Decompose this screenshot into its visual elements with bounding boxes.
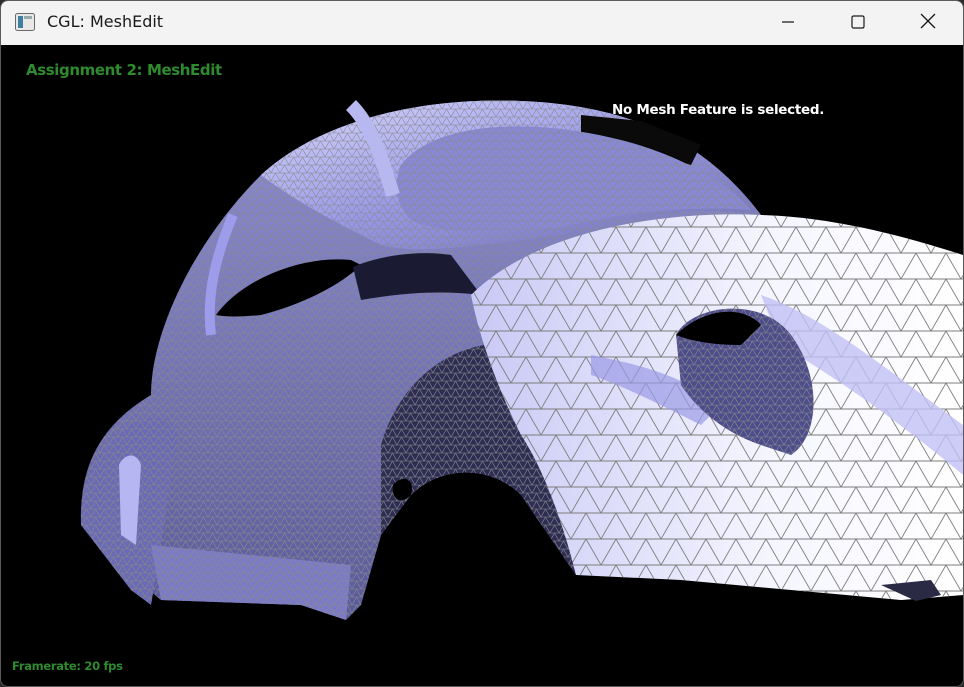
framerate-readout: Framerate: 20 fps	[12, 659, 123, 673]
maximize-icon	[851, 14, 865, 33]
maximize-button[interactable]	[823, 1, 893, 45]
close-button[interactable]	[893, 1, 963, 45]
mesh-render[interactable]	[1, 45, 963, 686]
close-icon	[920, 13, 936, 33]
app-icon	[15, 13, 35, 31]
minimize-icon	[781, 14, 795, 33]
app-window: CGL: MeshEdit Assignment 2: MeshEdit No …	[0, 0, 964, 687]
title-bar[interactable]: CGL: MeshEdit	[1, 1, 963, 45]
render-viewport[interactable]: Assignment 2: MeshEdit No Mesh Feature i…	[1, 45, 963, 686]
minimize-button[interactable]	[753, 1, 823, 45]
assignment-title: Assignment 2: MeshEdit	[26, 61, 222, 79]
window-title: CGL: MeshEdit	[47, 12, 164, 31]
selection-status: No Mesh Feature is selected.	[612, 102, 825, 118]
